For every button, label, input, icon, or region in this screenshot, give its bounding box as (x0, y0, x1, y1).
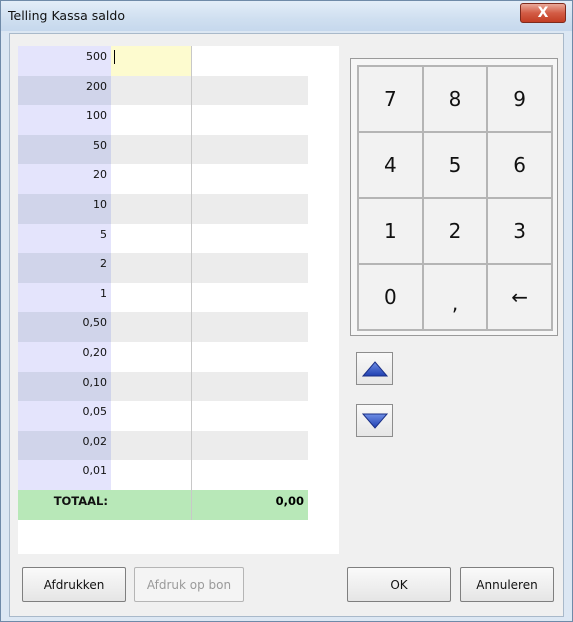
total-label: TOTAAL: (18, 489, 111, 520)
text-caret (114, 50, 115, 64)
table-row: 5 (18, 223, 308, 254)
key-2[interactable]: 2 (422, 198, 488, 264)
denomination-cell: 0,05 (18, 401, 111, 431)
dialog-window: Telling Kassa saldo X 500 200 100 50 20 … (0, 0, 573, 622)
denomination-cell: 0,01 (18, 460, 111, 490)
denomination-cell: 10 (18, 193, 111, 224)
table-row: 0,50 (18, 312, 308, 342)
amount-cell (192, 430, 308, 461)
move-up-button[interactable] (356, 352, 393, 385)
table-row: 100 (18, 105, 308, 135)
count-grid: 500 200 100 50 20 10 5 2 1 0,50 0,20 0,1… (18, 46, 308, 520)
denomination-cell: 5 (18, 223, 111, 254)
denomination-cell: 1 (18, 282, 111, 313)
print-button[interactable]: Afdrukken (22, 567, 126, 602)
triangle-up-icon (361, 360, 388, 376)
quantity-cell[interactable] (111, 341, 192, 372)
key-8[interactable]: 8 (422, 66, 488, 132)
key-9[interactable]: 9 (487, 66, 552, 132)
numeric-keypad: 7 8 9 4 5 6 1 2 3 0 , ← (350, 58, 558, 336)
total-value: 0,00 (192, 489, 308, 520)
amount-cell (192, 341, 308, 372)
window-title: Telling Kassa saldo (8, 8, 125, 23)
table-row: 0,10 (18, 371, 308, 402)
amount-cell (192, 253, 308, 283)
table-row: 2 (18, 253, 308, 283)
denomination-cell: 0,02 (18, 430, 111, 461)
total-quantity-cell (111, 489, 192, 520)
close-icon: X (537, 5, 549, 21)
close-button[interactable]: X (520, 3, 566, 23)
amount-cell (192, 282, 308, 313)
amount-cell (192, 75, 308, 106)
denomination-cell: 500 (18, 46, 111, 76)
key-3[interactable]: 3 (487, 198, 552, 264)
dialog-body: 500 200 100 50 20 10 5 2 1 0,50 0,20 0,1… (9, 33, 564, 617)
denomination-cell: 100 (18, 105, 111, 135)
total-row: TOTAAL: 0,00 (18, 489, 308, 520)
move-down-button[interactable] (356, 404, 393, 437)
title-bar[interactable]: Telling Kassa saldo X (1, 1, 572, 31)
amount-cell (192, 460, 308, 490)
table-row: 200 (18, 75, 308, 106)
amount-cell (192, 401, 308, 431)
quantity-cell[interactable] (111, 312, 192, 342)
quantity-cell[interactable] (111, 253, 192, 283)
quantity-cell[interactable] (111, 105, 192, 135)
backspace-key[interactable]: ← (487, 264, 552, 330)
denomination-cell: 20 (18, 164, 111, 194)
amount-cell (192, 105, 308, 135)
denomination-cell: 50 (18, 134, 111, 165)
denomination-cell: 0,20 (18, 341, 111, 372)
quantity-cell[interactable] (111, 193, 192, 224)
quantity-cell[interactable] (111, 401, 192, 431)
table-row: 0,20 (18, 341, 308, 372)
key-4[interactable]: 4 (358, 132, 423, 198)
table-row: 50 (18, 134, 308, 165)
key-5[interactable]: 5 (422, 132, 488, 198)
amount-cell (192, 223, 308, 254)
amount-cell (192, 46, 308, 76)
denomination-cell: 2 (18, 253, 111, 283)
quantity-cell[interactable] (111, 134, 192, 165)
amount-cell (192, 134, 308, 165)
key-1[interactable]: 1 (358, 198, 423, 264)
table-row: 1 (18, 282, 308, 313)
quantity-cell[interactable] (111, 46, 192, 76)
denomination-cell: 0,10 (18, 371, 111, 402)
quantity-cell[interactable] (111, 75, 192, 106)
key-comma[interactable]: , (422, 264, 488, 330)
quantity-cell[interactable] (111, 460, 192, 490)
denomination-cell: 0,50 (18, 312, 111, 342)
quantity-cell[interactable] (111, 371, 192, 402)
quantity-cell[interactable] (111, 282, 192, 313)
triangle-down-icon (361, 413, 388, 429)
table-row: 10 (18, 193, 308, 224)
table-row: 20 (18, 164, 308, 194)
table-row: 0,05 (18, 401, 308, 431)
amount-cell (192, 371, 308, 402)
amount-cell (192, 312, 308, 342)
left-arrow-icon: ← (511, 285, 529, 309)
count-grid-panel: 500 200 100 50 20 10 5 2 1 0,50 0,20 0,1… (18, 46, 339, 554)
print-receipt-button[interactable]: Afdruk op bon (134, 567, 244, 602)
cancel-button[interactable]: Annuleren (460, 567, 554, 602)
table-row: 500 (18, 46, 308, 76)
amount-cell (192, 164, 308, 194)
table-row: 0,01 (18, 460, 308, 490)
key-6[interactable]: 6 (487, 132, 552, 198)
key-7[interactable]: 7 (358, 66, 423, 132)
quantity-cell[interactable] (111, 164, 192, 194)
ok-button[interactable]: OK (347, 567, 451, 602)
quantity-cell[interactable] (111, 430, 192, 461)
table-row: 0,02 (18, 430, 308, 461)
denomination-cell: 200 (18, 75, 111, 106)
quantity-cell[interactable] (111, 223, 192, 254)
key-0[interactable]: 0 (358, 264, 423, 330)
amount-cell (192, 193, 308, 224)
keypad-grid: 7 8 9 4 5 6 1 2 3 0 , ← (357, 65, 553, 331)
